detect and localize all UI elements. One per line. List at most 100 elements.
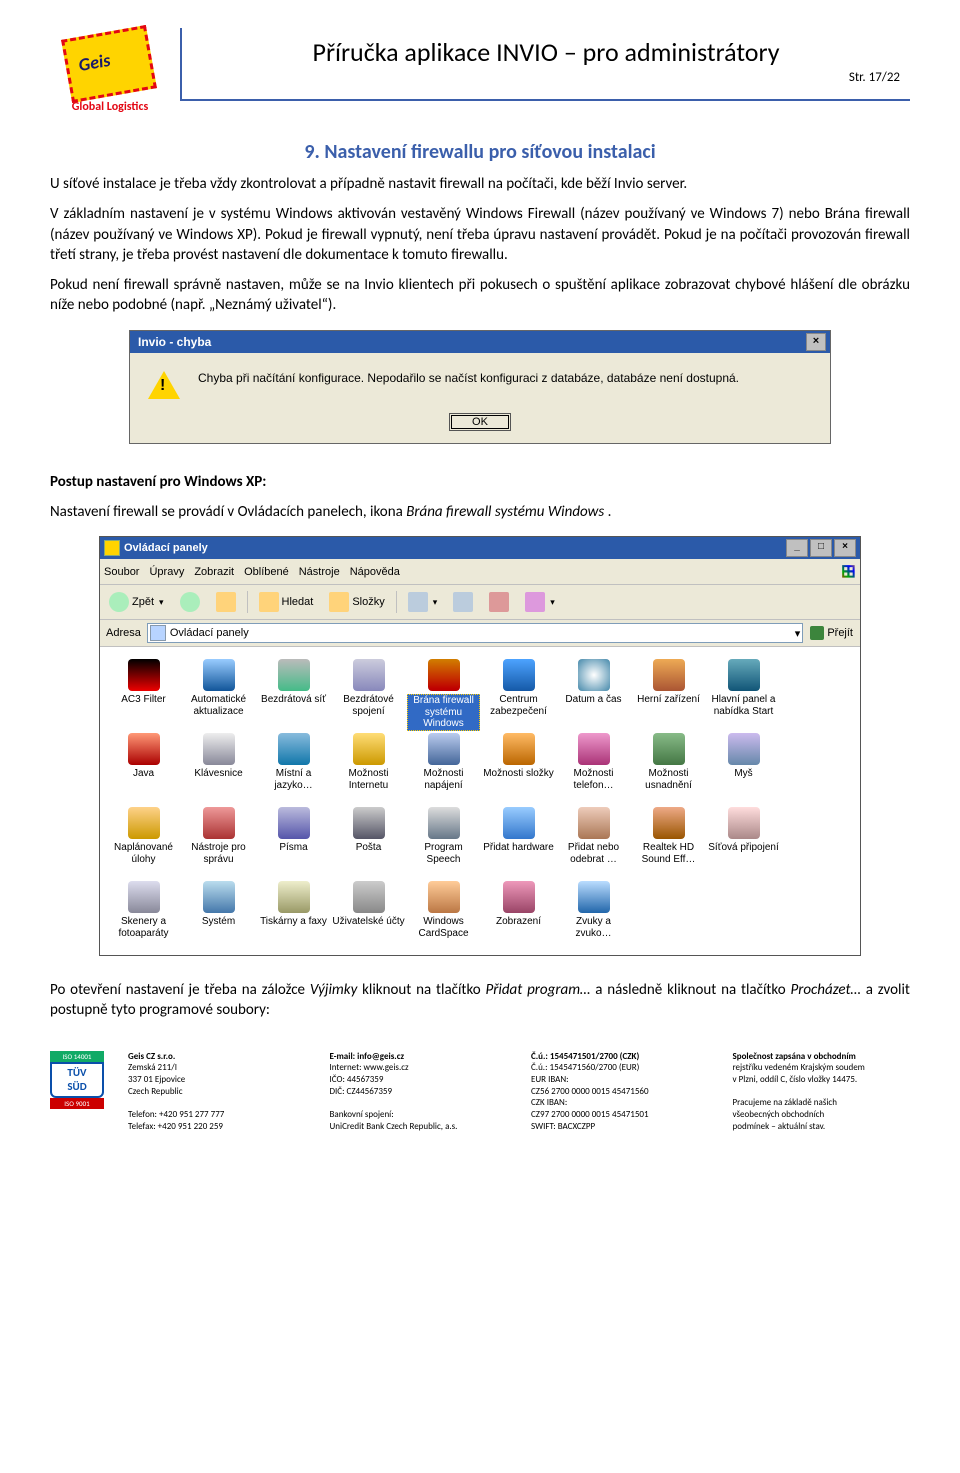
error-dialog: Invio - chyba × Chyba při načítání konfi… [129, 330, 831, 444]
closing-text: Po otevření nastavení je třeba na záložc… [50, 980, 910, 1021]
cp-item[interactable]: Možnosti Internetu [331, 731, 406, 801]
up-button[interactable] [211, 590, 241, 614]
footer-line: rejstříku vedeném Krajským soudem [733, 1062, 911, 1074]
cp-item-icon [578, 733, 610, 765]
tool-button-4[interactable] [520, 590, 560, 614]
footer-line: Pracujeme na základě našich [733, 1097, 911, 1109]
cp-item[interactable]: Bezdrátová síť [256, 657, 331, 727]
cp-item-label: Windows CardSpace [407, 916, 480, 939]
menu-napoveda[interactable]: Nápověda [350, 566, 400, 578]
cp-item-label: Herní zařízení [632, 694, 705, 706]
cp-item[interactable]: Automatické aktualizace [181, 657, 256, 727]
footer-line: Č.ú.: 1545471501/2700 (CZK) [531, 1051, 709, 1063]
search-button[interactable]: Hledat [254, 590, 319, 614]
address-label: Adresa [104, 627, 143, 639]
cp-item[interactable]: Možnosti složky [481, 731, 556, 801]
cp-item[interactable]: Zobrazení [481, 879, 556, 949]
footer-line: E-mail: info@geis.cz [330, 1051, 508, 1063]
cp-item-label: Automatické aktualizace [182, 694, 255, 717]
go-button[interactable]: Přejít [807, 626, 856, 640]
cp-item[interactable]: Tiskárny a faxy [256, 879, 331, 949]
address-field[interactable]: Ovládací panely ▾ [147, 623, 803, 643]
cp-item[interactable]: Windows CardSpace [406, 879, 481, 949]
footer-line [733, 1086, 911, 1098]
back-button[interactable]: Zpět [104, 590, 169, 614]
cp-item[interactable]: Program Speech [406, 805, 481, 875]
menu-soubor[interactable]: Soubor [104, 566, 139, 578]
cp-item[interactable]: Uživatelské účty [331, 879, 406, 949]
cp-item-icon [278, 659, 310, 691]
cp-item[interactable]: Brána firewall systému Windows [406, 657, 481, 727]
cp-item-label: Písma [257, 842, 330, 854]
cp-item[interactable]: Možnosti usnadnění [631, 731, 706, 801]
cp-item[interactable]: Klávesnice [181, 731, 256, 801]
close-icon[interactable]: × [834, 539, 856, 557]
cp-item[interactable]: Systém [181, 879, 256, 949]
chevron-down-icon[interactable]: ▾ [795, 627, 801, 640]
footer-line: Internet: www.geis.cz [330, 1062, 508, 1074]
footer-line: Č.ú.: 1545471560/2700 (EUR) [531, 1062, 709, 1074]
cp-item[interactable]: Java [106, 731, 181, 801]
cp-item[interactable]: Písma [256, 805, 331, 875]
footer-line: všeobecných obchodních [733, 1109, 911, 1121]
cp-item[interactable]: Datum a čas [556, 657, 631, 727]
cp-item[interactable]: Možnosti napájení [406, 731, 481, 801]
tool-button-1[interactable] [403, 590, 443, 614]
cp-item[interactable]: Zvuky a zvuko… [556, 879, 631, 949]
cp-item-icon [503, 881, 535, 913]
cp-item[interactable]: Nástroje pro správu [181, 805, 256, 875]
cp-item-label: Možnosti Internetu [332, 768, 405, 791]
menu-oblibene[interactable]: Oblíbené [244, 566, 289, 578]
cp-item[interactable]: Herní zařízení [631, 657, 706, 727]
cp-item-label: Skenery a fotoaparáty [107, 916, 180, 939]
cp-item[interactable]: Centrum zabezpečení [481, 657, 556, 727]
menu-upravy[interactable]: Úpravy [149, 566, 184, 578]
close-icon[interactable]: × [806, 333, 826, 351]
cp-item[interactable]: Možnosti telefon… [556, 731, 631, 801]
menu-zobrazit[interactable]: Zobrazit [194, 566, 234, 578]
cp-item-label: Brána firewall systému Windows [407, 694, 480, 731]
cp-item-label: Možnosti napájení [407, 768, 480, 791]
cp-item[interactable]: Pošta [331, 805, 406, 875]
minimize-icon[interactable]: _ [786, 539, 808, 557]
cp-item-icon [728, 659, 760, 691]
menu-bar: Soubor Úpravy Zobrazit Oblíbené Nástroje… [100, 559, 860, 585]
maximize-icon[interactable]: □ [810, 539, 832, 557]
footer-line: Geis CZ s.r.o. [128, 1051, 306, 1063]
cp-item-label: Zvuky a zvuko… [557, 916, 630, 939]
footer-line: podmínek – aktuální stav. [733, 1121, 911, 1133]
tool-button-2[interactable] [448, 590, 478, 614]
folders-button[interactable]: Složky [324, 590, 389, 614]
cp-item-icon [428, 881, 460, 913]
cp-item-label: Místní a jazyko… [257, 768, 330, 791]
cp-item[interactable]: Přidat nebo odebrat … [556, 805, 631, 875]
cp-item-label: Bezdrátové spojení [332, 694, 405, 717]
footer-line: DIČ: CZ44567359 [330, 1086, 508, 1098]
cp-item[interactable]: Skenery a fotoaparáty [106, 879, 181, 949]
cp-item[interactable]: Místní a jazyko… [256, 731, 331, 801]
paragraph-2: V základním nastavení je v systému Windo… [50, 204, 910, 265]
cp-item[interactable]: Myš [706, 731, 781, 801]
forward-button[interactable] [175, 590, 205, 614]
cp-item[interactable]: Bezdrátové spojení [331, 657, 406, 727]
cp-item[interactable]: Přidat hardware [481, 805, 556, 875]
cp-item[interactable]: Síťová připojení [706, 805, 781, 875]
cp-item[interactable]: AC3 Filter [106, 657, 181, 727]
cp-item-label: Pošta [332, 842, 405, 854]
cp-item-icon [203, 733, 235, 765]
ok-button[interactable]: OK [449, 413, 511, 431]
cp-item-icon [353, 881, 385, 913]
cp-item-label: Datum a čas [557, 694, 630, 706]
menu-nastroje[interactable]: Nástroje [299, 566, 340, 578]
footer-line: EUR IBAN: [531, 1074, 709, 1086]
window-title: Ovládací panely [124, 542, 784, 554]
cp-item[interactable]: Realtek HD Sound Eff… [631, 805, 706, 875]
footer-line: v Plzni, oddíl C, číslo vložky 14475. [733, 1074, 911, 1086]
footer-line: Telefax: +420 951 220 259 [128, 1121, 306, 1133]
footer-col-4: Společnost zapsána v obchodnímrejstříku … [733, 1051, 911, 1133]
cp-item[interactable]: Hlavní panel a nabídka Start [706, 657, 781, 727]
cp-item-icon [353, 659, 385, 691]
cp-item[interactable]: Naplánované úlohy [106, 805, 181, 875]
cp-item-label: Možnosti složky [482, 768, 555, 780]
tool-button-3[interactable] [484, 590, 514, 614]
